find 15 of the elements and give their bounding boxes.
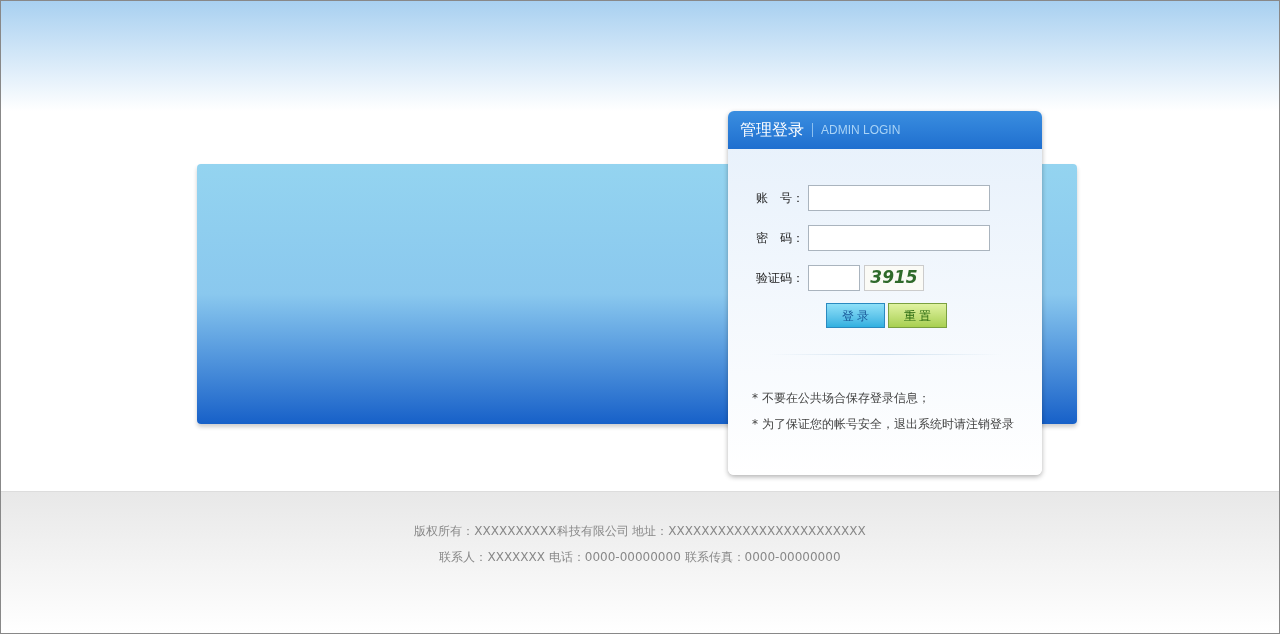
account-field[interactable] <box>808 185 990 211</box>
footer-text: 联系人：XXXXXXX 电话：0000-00000000 联系传真：0000-00000000 <box>439 549 841 566</box>
password-field[interactable] <box>808 225 990 251</box>
field-label: 账 号： <box>756 190 805 207</box>
reset-button[interactable]: 重 置 <box>888 303 947 328</box>
captcha-image[interactable]: 3915 <box>864 265 924 291</box>
panel-subtitle: ADMIN LOGIN <box>821 122 901 139</box>
field-label: 验证码： <box>756 270 805 287</box>
field-label: 密 码： <box>756 230 805 247</box>
tip-text: * 为了保证您的帐号安全，退出系统时请注销登录 <box>752 416 1015 433</box>
panel-title: 管理登录 <box>740 119 804 141</box>
tip-text: * 不要在公共场合保存登录信息； <box>752 390 931 407</box>
login-button[interactable]: 登 录 <box>826 303 885 328</box>
footer-text: 版权所有：XXXXXXXXXX科技有限公司 地址：XXXXXXXXXXXXXXXXXXXXXXXX <box>414 523 866 540</box>
captcha-field[interactable] <box>808 265 860 291</box>
